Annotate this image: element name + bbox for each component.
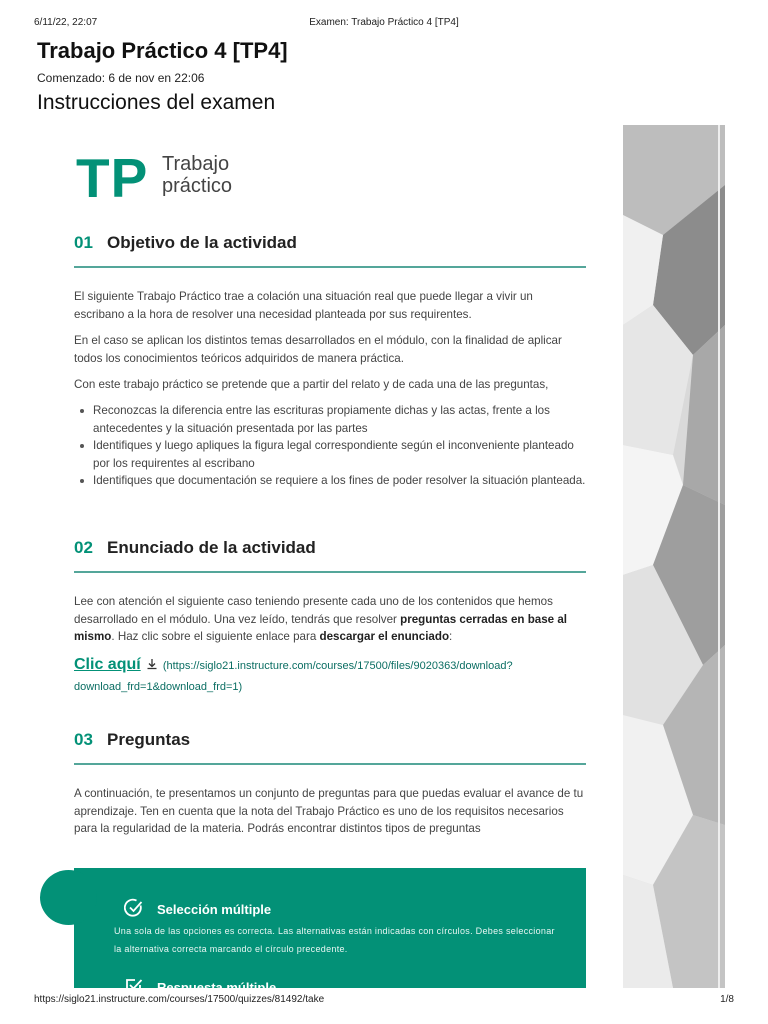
decorative-architecture-image (623, 125, 725, 988)
question-type-title: Respuesta múltiple (157, 980, 277, 988)
section-01-paragraph-2: En el caso se aplican los distintos tema… (74, 334, 562, 365)
objectives-list: Reconozcas la diferencia entre las escri… (74, 402, 586, 490)
section-01-paragraph-1: El siguiente Trabajo Práctico trae a col… (74, 290, 533, 321)
print-page-title: Examen: Trabajo Práctico 4 [TP4] (309, 17, 459, 28)
section-number: 01 (74, 233, 93, 252)
download-icon (147, 659, 157, 670)
section-divider (74, 266, 586, 268)
statement-bold-2: descargar el enunciado (319, 630, 450, 643)
check-circle-icon (124, 898, 143, 917)
section-title: Enunciado de la actividad (107, 538, 316, 557)
logo-line-1: Trabajo (162, 153, 230, 175)
print-page-number: 1/8 (720, 994, 734, 1005)
logo-line-2: práctico (162, 175, 233, 197)
download-link-line: Clic aquí (https://siglo21.instructure.c… (74, 654, 586, 698)
section-number: 02 (74, 538, 93, 557)
section-divider (74, 763, 586, 765)
quiz-started-time: Comenzado: 6 de nov en 22:06 (37, 71, 205, 85)
section-03-paragraph: A continuación, te presentamos un conjun… (74, 787, 584, 835)
quiz-title: Trabajo Práctico 4 [TP4] (37, 38, 288, 63)
section-number: 03 (74, 730, 93, 749)
list-item: Identifiques y luego apliques la figura … (74, 437, 586, 472)
list-item: Identifiques que documentación se requie… (74, 472, 586, 490)
logo-text: Trabajo práctico (162, 153, 272, 197)
question-types-box: Selección múltiple Una sola de las opcio… (74, 868, 586, 988)
statement-text-2: . Haz clic sobre el siguiente enlace par… (111, 630, 320, 643)
section-divider (74, 571, 586, 573)
question-type-description: Una sola de las opciones es correcta. La… (114, 926, 555, 954)
decorative-circle (40, 870, 97, 925)
print-header: 6/11/22, 22:07 Examen: Trabajo Práctico … (0, 17, 768, 31)
statement-text-3: : (449, 630, 453, 643)
print-url: https://siglo21.instructure.com/courses/… (34, 994, 325, 1005)
logo-tp: TP (76, 147, 149, 209)
section-title: Preguntas (107, 730, 191, 749)
instructions-title: Instrucciones del examen (37, 91, 276, 114)
list-item: Reconozcas la diferencia entre las escri… (74, 402, 586, 437)
download-statement-link[interactable]: Clic aquí (74, 656, 141, 673)
check-square-icon (126, 979, 143, 988)
section-02-paragraph: Lee con atención el siguiente caso tenie… (74, 593, 586, 646)
question-type-title: Selección múltiple (157, 902, 272, 917)
print-footer: https://siglo21.instructure.com/courses/… (0, 994, 768, 1008)
section-01-paragraph-3: Con este trabajo práctico se pretende qu… (74, 378, 549, 391)
section-title: Objetivo de la actividad (107, 233, 297, 252)
instructions-content: TP Trabajo práctico 01 Objetivo de la ac… (37, 125, 623, 988)
